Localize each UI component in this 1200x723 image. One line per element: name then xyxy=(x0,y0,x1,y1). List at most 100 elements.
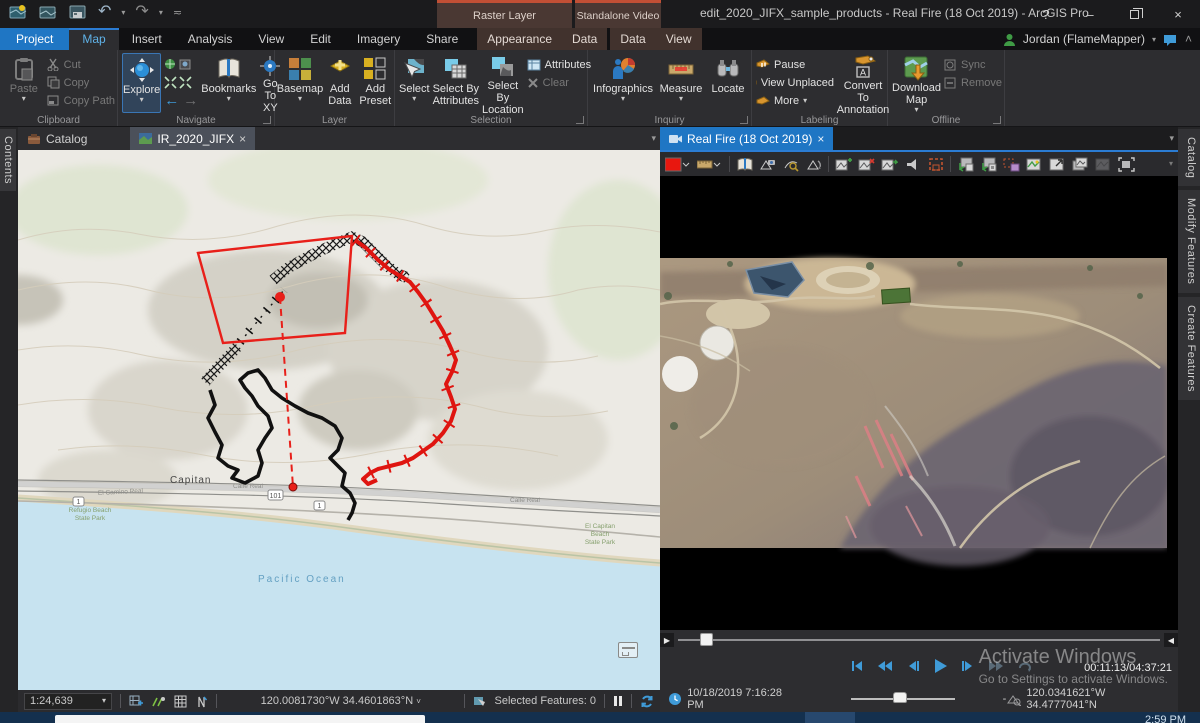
convert-to-annotation-button[interactable]: A Convert To Annotation xyxy=(837,53,889,116)
seek-track[interactable] xyxy=(678,633,1160,646)
collapse-ribbon-icon[interactable]: ˄ xyxy=(1185,32,1192,46)
navigate-dialog-launcher[interactable] xyxy=(263,116,271,124)
remove-frame-icon[interactable] xyxy=(858,157,875,172)
redo-caret[interactable]: ▾ xyxy=(159,8,163,17)
play-button[interactable] xyxy=(933,658,948,674)
clear-selection-button[interactable]: Clear xyxy=(527,74,591,91)
step-forward-button[interactable] xyxy=(961,659,975,673)
step-back-button[interactable] xyxy=(906,659,920,673)
fast-forward-button[interactable] xyxy=(988,659,1004,673)
rotate-camera-icon[interactable] xyxy=(805,157,822,172)
close-map-tab-icon[interactable]: × xyxy=(239,132,246,146)
pause-drawing-icon[interactable] xyxy=(613,695,623,707)
seek-start-button[interactable]: ▶ xyxy=(660,633,674,647)
map-pane-menu-caret[interactable]: ▾ xyxy=(651,133,656,144)
add-data-button[interactable]: Add Data xyxy=(324,53,356,113)
select-by-attributes-button[interactable]: Select By Attributes xyxy=(433,53,479,113)
add-reference-grid-icon[interactable] xyxy=(129,695,143,708)
capture-frame-icon[interactable] xyxy=(1118,156,1135,172)
select-button[interactable]: Select ▾ xyxy=(399,53,430,113)
metadata-panel-icon[interactable] xyxy=(1003,157,1020,172)
create-features-pane-tab[interactable]: Create Features xyxy=(1178,296,1200,400)
tab-view[interactable]: View xyxy=(245,28,297,50)
measure-button[interactable]: Measure ▾ xyxy=(657,53,705,113)
previous-extent-button[interactable]: ← xyxy=(164,93,179,108)
tab-share[interactable]: Share xyxy=(413,28,471,50)
tab-video-view[interactable]: View xyxy=(655,28,702,50)
locate-button[interactable]: Locate xyxy=(708,53,748,113)
speed-handle[interactable] xyxy=(892,692,907,703)
video-bookmarks-icon[interactable] xyxy=(736,157,753,172)
add-frame-icon[interactable] xyxy=(835,157,852,172)
seek-handle[interactable] xyxy=(700,633,713,646)
video-view[interactable] xyxy=(659,176,1178,630)
image-stack-icon[interactable] xyxy=(1072,157,1089,172)
graphics-color-swatch[interactable] xyxy=(665,157,691,172)
image-diagonal-icon[interactable] xyxy=(1049,157,1066,172)
bookmarks-button[interactable]: Bookmarks ▾ xyxy=(201,53,256,113)
video-pane-menu-caret[interactable]: ▾ xyxy=(1169,133,1174,144)
cut-button[interactable]: Cut xyxy=(47,56,115,73)
tab-project[interactable]: Project xyxy=(0,28,70,50)
taskbar-app-button[interactable] xyxy=(805,712,855,723)
snapping-icon[interactable] xyxy=(151,695,166,708)
offline-dialog-launcher[interactable] xyxy=(993,116,1001,124)
tab-raster-data[interactable]: Data xyxy=(562,28,608,50)
map-overlay-navigator-icon[interactable] xyxy=(618,642,638,658)
save-project-icon[interactable] xyxy=(68,3,88,21)
map-view-tab[interactable]: IR_2020_JIFX × xyxy=(130,127,256,150)
scale-combo[interactable]: 1:24,639 ▾ xyxy=(24,692,112,710)
export-frame-icon[interactable] xyxy=(881,157,898,172)
export-image-icon[interactable] xyxy=(1026,157,1043,172)
tab-video-data[interactable]: Data xyxy=(610,28,656,50)
minimize-button[interactable]: – xyxy=(1068,0,1112,28)
tab-edit[interactable]: Edit xyxy=(297,28,344,50)
toolbar-overflow-caret[interactable]: ▾ xyxy=(1169,160,1173,168)
measure-video-tool[interactable] xyxy=(697,157,723,172)
follow-camera-icon[interactable] xyxy=(782,157,799,172)
map-coordinates[interactable]: 120.0081730°W 34.4601863°N ˅ xyxy=(225,695,456,707)
restore-button[interactable] xyxy=(1112,0,1156,28)
next-extent-button[interactable]: → xyxy=(183,93,198,108)
sync-button[interactable]: Sync xyxy=(944,56,1002,73)
zoom-arrows-cluster[interactable] xyxy=(164,74,198,91)
save-all-frames-icon[interactable] xyxy=(980,157,997,172)
new-project-icon[interactable] xyxy=(8,3,28,21)
north-arrow-icon[interactable] xyxy=(195,695,208,708)
skip-to-start-button[interactable] xyxy=(850,659,864,673)
taskbar-search-box[interactable] xyxy=(55,715,425,723)
image-disabled-icon[interactable] xyxy=(1095,157,1112,172)
copy-button[interactable]: Copy xyxy=(47,74,115,91)
open-project-icon[interactable] xyxy=(38,3,58,21)
undo-caret[interactable]: ▾ xyxy=(121,8,125,17)
customize-qat-icon[interactable]: ≂ xyxy=(173,6,182,19)
paste-button[interactable]: Paste ▾ xyxy=(4,53,44,113)
tab-insert[interactable]: Insert xyxy=(119,28,175,50)
notifications-icon[interactable] xyxy=(1163,33,1178,46)
copy-path-button[interactable]: Copy Path xyxy=(47,92,115,109)
redo-button[interactable]: ↷ xyxy=(135,4,148,20)
seek-end-button[interactable]: ◀ xyxy=(1164,633,1178,647)
map-view[interactable]: 101 1 1 Capitan Calle Real Calle Real El… xyxy=(0,140,688,690)
tab-analysis[interactable]: Analysis xyxy=(175,28,246,50)
loop-button[interactable] xyxy=(1017,659,1032,673)
select-by-location-button[interactable]: Select By Location xyxy=(482,53,524,116)
remove-button[interactable]: Remove xyxy=(944,74,1002,91)
tab-appearance[interactable]: Appearance xyxy=(477,28,562,50)
catalog-pane-tab[interactable]: Catalog xyxy=(1178,129,1200,187)
close-video-tab-icon[interactable]: × xyxy=(817,132,824,146)
tab-map[interactable]: Map xyxy=(69,28,119,50)
contents-pane-tab[interactable]: Contents xyxy=(0,129,16,192)
full-extent-button[interactable] xyxy=(164,56,198,73)
add-preset-button[interactable]: Add Preset xyxy=(359,53,392,113)
modify-features-pane-tab[interactable]: Modify Features xyxy=(1178,190,1200,293)
help-button[interactable]: ? xyxy=(1024,0,1068,28)
playback-speed-slider[interactable] xyxy=(850,692,955,703)
attributes-button[interactable]: Attributes xyxy=(527,56,591,73)
pause-labeling-button[interactable]: Pause xyxy=(756,56,834,73)
inquiry-dialog-launcher[interactable] xyxy=(740,116,748,124)
view-unplaced-button[interactable]: View Unplaced xyxy=(756,74,834,91)
user-caret[interactable]: ▾ xyxy=(1152,35,1156,44)
signed-in-user[interactable]: Jordan (FlameMapper) xyxy=(1023,32,1145,46)
close-button[interactable]: × xyxy=(1156,0,1200,28)
